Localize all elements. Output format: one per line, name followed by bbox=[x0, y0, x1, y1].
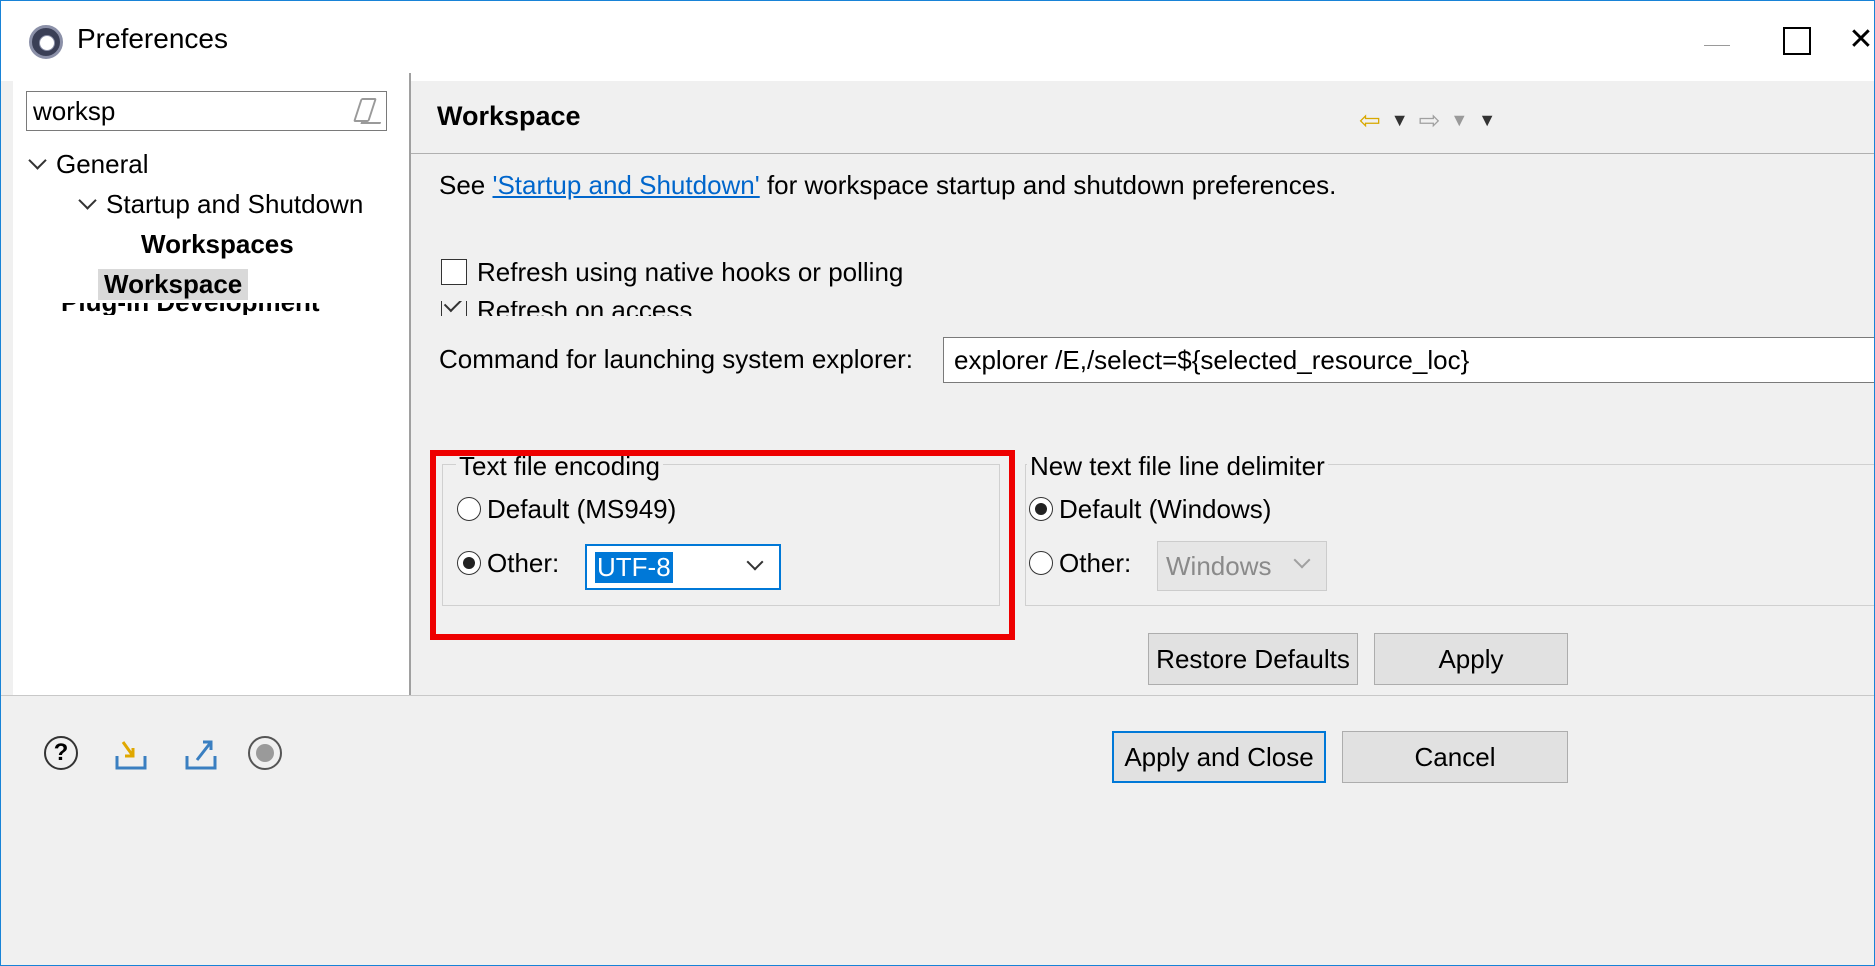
refresh-native-checkbox[interactable] bbox=[441, 259, 467, 286]
line-delimiter-group bbox=[1025, 464, 1874, 606]
delimiter-other-option[interactable]: Other: bbox=[1029, 548, 1131, 579]
forward-arrow-icon[interactable]: ⇨ bbox=[1419, 105, 1441, 135]
chevron-down-icon[interactable] bbox=[28, 151, 47, 170]
annotation-highlight bbox=[430, 450, 1015, 640]
footer-divider bbox=[1, 695, 1874, 696]
back-menu-icon[interactable]: ▼ bbox=[1391, 110, 1409, 130]
delimiter-other-radio[interactable] bbox=[1029, 551, 1053, 576]
maximize-icon bbox=[1783, 27, 1811, 55]
tree-item-startup-shutdown[interactable]: Startup and Shutdown bbox=[78, 189, 364, 220]
forward-menu-icon[interactable]: ▼ bbox=[1450, 110, 1468, 130]
refresh-access-option[interactable]: Refresh on access bbox=[431, 301, 1031, 316]
preferences-window: Preferences ✕ worksp General Startup and… bbox=[0, 0, 1875, 966]
refresh-native-label: Refresh using native hooks or polling bbox=[477, 257, 904, 287]
close-button[interactable]: ✕ bbox=[1841, 15, 1874, 65]
back-arrow-icon[interactable]: ⇦ bbox=[1359, 105, 1381, 135]
tree-item-workspaces[interactable]: Workspaces bbox=[141, 229, 294, 260]
help-icon[interactable]: ? bbox=[44, 736, 78, 770]
import-icon[interactable] bbox=[111, 734, 151, 774]
refresh-native-option[interactable]: Refresh using native hooks or polling bbox=[441, 257, 903, 288]
filter-input[interactable]: worksp bbox=[26, 91, 387, 131]
tree-item-partial[interactable]: Plug-in Development bbox=[61, 303, 361, 315]
view-menu-icon[interactable]: ▼ bbox=[1478, 110, 1496, 130]
page-description: See 'Startup and Shutdown' for workspace… bbox=[439, 170, 1337, 200]
maximize-button[interactable] bbox=[1766, 15, 1826, 65]
delimiter-default-radio[interactable] bbox=[1029, 497, 1053, 522]
window-title: Preferences bbox=[77, 23, 228, 54]
delimiter-default-option[interactable]: Default (Windows) bbox=[1029, 494, 1271, 525]
chevron-down-icon bbox=[1293, 551, 1311, 569]
explorer-command-input[interactable]: explorer /E,/select=${selected_resource_… bbox=[943, 337, 1874, 383]
explorer-command-label: Command for launching system explorer: bbox=[439, 344, 913, 374]
apply-button[interactable]: Apply bbox=[1374, 633, 1568, 685]
tree-item-workspace[interactable]: Workspace bbox=[98, 269, 249, 300]
title-bar: Preferences ✕ bbox=[1, 1, 1874, 81]
delimiter-group-label: New text file line delimiter bbox=[1027, 451, 1328, 482]
eclipse-icon bbox=[29, 25, 63, 59]
minimize-button[interactable] bbox=[1686, 15, 1746, 65]
delimiter-select: Windows bbox=[1157, 541, 1327, 591]
refresh-access-checkbox[interactable] bbox=[441, 301, 467, 316]
header-divider bbox=[411, 153, 1874, 154]
record-macro-icon[interactable] bbox=[248, 736, 282, 770]
minimize-icon bbox=[1704, 45, 1730, 46]
tree-item-label: Startup and Shutdown bbox=[106, 189, 364, 219]
chevron-down-icon[interactable] bbox=[78, 191, 97, 210]
cancel-button[interactable]: Cancel bbox=[1342, 731, 1568, 783]
restore-defaults-button[interactable]: Restore Defaults bbox=[1148, 633, 1358, 685]
page-navigation: ⇦ ▼ ⇨ ▼ ▼ bbox=[1359, 105, 1506, 136]
export-icon[interactable] bbox=[181, 734, 221, 774]
tree-item-label: General bbox=[56, 149, 149, 179]
tree-item-general[interactable]: General bbox=[28, 149, 149, 180]
startup-shutdown-link[interactable]: 'Startup and Shutdown' bbox=[493, 170, 760, 200]
refresh-access-label: Refresh on access bbox=[477, 301, 693, 316]
page-title: Workspace bbox=[437, 101, 581, 131]
apply-and-close-button[interactable]: Apply and Close bbox=[1112, 731, 1326, 783]
delimiter-value: Windows bbox=[1166, 551, 1272, 581]
